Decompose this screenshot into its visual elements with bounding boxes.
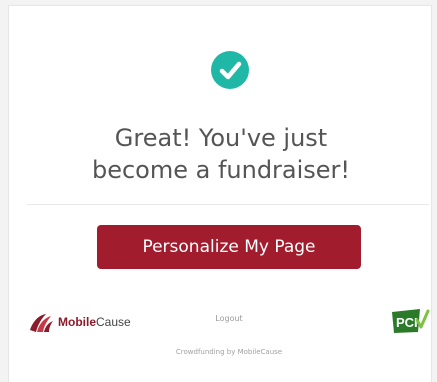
brand-name-light: Cause (96, 315, 131, 329)
divider (27, 204, 429, 205)
personalize-page-button[interactable]: Personalize My Page (97, 225, 361, 269)
pci-badge-icon: PCI (392, 309, 430, 333)
success-heading-line1: Great! You've just (114, 124, 328, 152)
logout-link[interactable]: Logout (159, 314, 299, 323)
check-circle-icon (211, 51, 249, 89)
footer-credit: Crowdfunding by MobileCause (175, 348, 283, 356)
success-heading: Great! You've just become a fundraiser! (9, 122, 433, 186)
mobilecause-logo-icon (30, 314, 53, 332)
brand-name-bold: Mobile (58, 315, 96, 329)
pci-badge-label: PCI (396, 315, 418, 330)
success-heading-line2: become a fundraiser! (91, 156, 351, 184)
confirmation-card: Great! You've just become a fundraiser! … (8, 5, 432, 382)
